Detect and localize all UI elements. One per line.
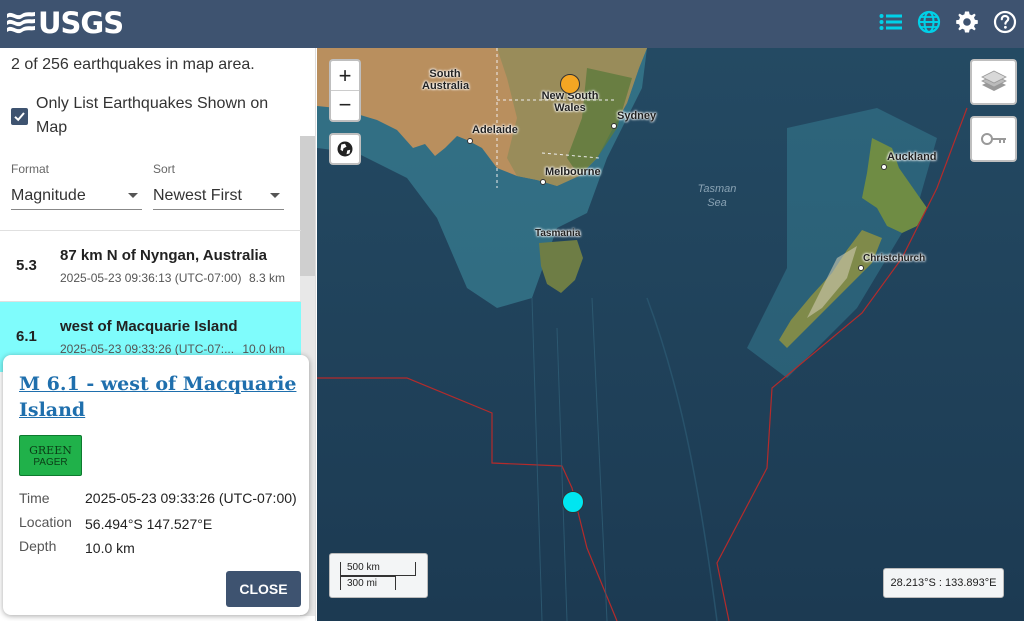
usgs-wave-icon bbox=[7, 12, 35, 34]
label-tasmania: Tasmania bbox=[535, 228, 581, 239]
earthquake-marker-selected[interactable] bbox=[562, 491, 584, 513]
earthquake-marker-orange[interactable] bbox=[560, 74, 580, 94]
label-south-australia: South Australia bbox=[422, 68, 470, 92]
depth-label: Depth bbox=[19, 538, 57, 554]
city-dot-melbourne bbox=[540, 179, 546, 185]
time-label: Time bbox=[19, 490, 50, 506]
close-button[interactable]: CLOSE bbox=[226, 571, 301, 607]
format-value: Magnitude bbox=[11, 186, 86, 204]
format-select[interactable]: Magnitude bbox=[11, 182, 142, 210]
map-background bbox=[317, 48, 1024, 621]
earthquake-depth: 8.3 km bbox=[248, 271, 285, 285]
key-icon bbox=[980, 133, 1006, 145]
pager-label: PAGER bbox=[33, 456, 68, 468]
only-list-checkbox[interactable] bbox=[11, 108, 28, 125]
list-icon[interactable] bbox=[878, 9, 904, 35]
usgs-earthquake-map-app: USGS 2 of 256 earthquakes in map area. O… bbox=[0, 0, 1024, 621]
earthquake-popup: M 6.1 - west of Macquarie Island GREEN P… bbox=[3, 355, 309, 615]
earthquake-time: 2025-05-23 09:33:26 (UTC-07:... bbox=[60, 342, 235, 356]
zoom-control: + − bbox=[329, 59, 361, 122]
globe-icon[interactable] bbox=[916, 9, 942, 35]
checkmark-icon bbox=[14, 112, 25, 122]
earthquake-magnitude: 5.3 bbox=[16, 257, 37, 274]
map-scale: 500 km 300 mi bbox=[329, 553, 428, 598]
time-value: 2025-05-23 09:33:26 (UTC-07:00) bbox=[85, 490, 297, 506]
sort-label: Sort bbox=[153, 162, 176, 176]
help-icon[interactable] bbox=[992, 9, 1018, 35]
dropdown-arrow-icon bbox=[270, 193, 280, 198]
format-label: Format bbox=[11, 162, 50, 176]
label-melbourne: Melbourne bbox=[545, 166, 601, 178]
depth-value: 10.0 km bbox=[85, 540, 135, 556]
legend-key-button[interactable] bbox=[970, 116, 1017, 162]
usgs-logo[interactable]: USGS bbox=[6, 6, 124, 40]
label-tasman-sea: Tasman Sea bbox=[697, 183, 737, 209]
dropdown-arrow-icon bbox=[128, 193, 138, 198]
earthquake-list-item[interactable]: 5.3 87 km N of Nyngan, Australia 2025-05… bbox=[0, 230, 301, 301]
sort-value: Newest First bbox=[153, 186, 242, 204]
header-icon-group bbox=[878, 9, 1018, 35]
location-label: Location bbox=[19, 514, 72, 530]
earthquake-magnitude: 6.1 bbox=[16, 328, 37, 345]
only-list-label: Only List Earthquakes Shown on Map bbox=[36, 95, 269, 136]
label-sydney: Sydney bbox=[617, 110, 657, 122]
globe-view-button[interactable] bbox=[329, 133, 361, 165]
cursor-coordinates: 28.213°S : 133.893°E bbox=[883, 568, 1004, 598]
pager-badge[interactable]: GREEN PAGER bbox=[19, 435, 82, 476]
layers-icon bbox=[980, 70, 1007, 91]
gear-icon[interactable] bbox=[954, 9, 980, 35]
pager-alert-level: GREEN bbox=[29, 443, 72, 457]
city-dot-adelaide bbox=[467, 138, 473, 144]
sort-select[interactable]: Newest First bbox=[153, 182, 284, 210]
label-auckland: Auckland bbox=[887, 151, 937, 163]
globe-icon bbox=[337, 141, 353, 157]
logo-text: USGS bbox=[38, 6, 124, 40]
zoom-in-button[interactable]: + bbox=[331, 61, 359, 90]
top-header: USGS bbox=[0, 0, 1024, 48]
sidebar-scrollbar-thumb[interactable] bbox=[300, 136, 315, 276]
earthquake-time: 2025-05-23 09:36:13 (UTC-07:00) bbox=[60, 271, 242, 285]
earthquake-count-text: 2 of 256 earthquakes in map area. bbox=[11, 56, 255, 73]
city-dot-sydney bbox=[611, 123, 617, 129]
scale-mi: 300 mi bbox=[340, 576, 396, 590]
popup-title-link[interactable]: M 6.1 - west of Macquarie Island bbox=[19, 371, 299, 423]
layers-button[interactable] bbox=[970, 59, 1017, 105]
earthquake-place: west of Macquarie Island bbox=[60, 318, 238, 335]
earthquake-depth: 10.0 km bbox=[242, 342, 285, 356]
zoom-out-button[interactable]: − bbox=[331, 90, 359, 119]
format-select-group: Format Magnitude bbox=[11, 162, 142, 210]
sort-select-group: Sort Newest First bbox=[153, 162, 284, 210]
city-dot-auckland bbox=[881, 164, 887, 170]
city-dot-christchurch bbox=[858, 265, 864, 271]
earthquake-place: 87 km N of Nyngan, Australia bbox=[60, 247, 267, 264]
scale-km: 500 km bbox=[340, 562, 416, 576]
map-view[interactable]: South Australia New South Wales Sydney A… bbox=[317, 48, 1024, 621]
label-christchurch: Christchurch bbox=[863, 253, 926, 264]
label-adelaide: Adelaide bbox=[472, 124, 518, 136]
location-value: 56.494°S 147.527°E bbox=[85, 516, 213, 532]
only-list-toggle[interactable]: Only List Earthquakes Shown on Map bbox=[11, 92, 291, 140]
earthquake-list: 5.3 87 km N of Nyngan, Australia 2025-05… bbox=[0, 230, 301, 372]
